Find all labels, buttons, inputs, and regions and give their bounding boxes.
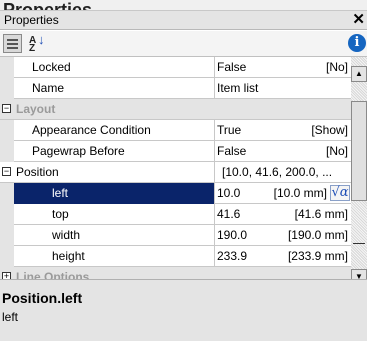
sort-alpha-bottom: Z (29, 43, 36, 54)
selection-highlight (14, 183, 214, 204)
property-value[interactable]: 233.9 (217, 249, 247, 263)
collapse-icon[interactable]: − (2, 104, 11, 113)
property-name: Position (16, 165, 59, 179)
property-name: height (52, 249, 85, 263)
description-pane: Position.left left (0, 279, 367, 341)
property-name: top (52, 207, 69, 221)
property-name: left (52, 186, 69, 200)
scroll-up-button[interactable]: ▲ (351, 66, 367, 82)
description-text: left (2, 310, 19, 324)
property-row-appearance-condition[interactable]: Appearance Condition True [Show] (0, 120, 351, 141)
sort-alphabetical-icon[interactable]: A Z ↓ (27, 32, 46, 54)
property-display: [No] (325, 60, 348, 74)
property-value[interactable]: [10.0, 41.6, 200.0, ... (222, 165, 332, 179)
info-icon[interactable]: i (348, 34, 366, 52)
property-value[interactable]: 41.6 (217, 207, 240, 221)
property-row-locked[interactable]: Locked False [No] (0, 57, 351, 78)
property-row-left[interactable]: left 10.0 [10.0 mm] √α (0, 183, 351, 204)
vertical-scrollbar[interactable]: ▲ ▼ (351, 57, 367, 287)
description-title: Position.left (2, 290, 83, 306)
property-display: [Show] (311, 123, 348, 137)
property-name: Appearance Condition (32, 123, 151, 137)
category-name: Layout (16, 102, 56, 116)
property-value[interactable]: Item list (217, 81, 258, 95)
property-name: width (52, 228, 81, 242)
property-display: [No] (325, 144, 348, 158)
property-name: Pagewrap Before (32, 144, 125, 158)
property-value[interactable]: True (217, 123, 241, 137)
property-row-width[interactable]: width 190.0 [190.0 mm] (0, 225, 351, 246)
scrollbar-thumb[interactable] (351, 101, 367, 201)
property-display: [41.6 mm] (294, 207, 348, 221)
category-row-layout[interactable]: − Layout (0, 99, 351, 120)
sort-arrow-icon: ↓ (38, 32, 45, 47)
category-row-line-options[interactable]: + Line Options (0, 267, 351, 279)
property-row-top[interactable]: top 41.6 [41.6 mm] (0, 204, 351, 225)
property-row-pagewrap-before[interactable]: Pagewrap Before False [No] (0, 141, 351, 162)
property-display: [190.0 mm] (287, 228, 348, 242)
expand-icon[interactable]: + (2, 272, 11, 279)
property-row-name[interactable]: Name Item list (0, 78, 351, 99)
properties-window: Properties Properties ✕ A Z ↓ i Locked F… (0, 0, 367, 341)
property-value[interactable]: False (217, 60, 246, 74)
properties-toolbar: A Z ↓ i (0, 31, 367, 57)
property-row-height[interactable]: height 233.9 [233.9 mm] (0, 246, 351, 267)
property-value[interactable]: False (217, 144, 246, 158)
collapse-icon[interactable]: − (2, 167, 11, 176)
formula-editor-icon[interactable]: √α (330, 185, 350, 201)
property-display: [233.9 mm] (287, 249, 348, 263)
properties-panel-header: Properties ✕ (0, 10, 367, 30)
category-name: Line Options (16, 270, 90, 279)
close-icon[interactable]: ✕ (352, 11, 365, 29)
property-name: Name (32, 81, 65, 95)
categorized-view-icon[interactable] (3, 34, 22, 53)
property-name: Locked (32, 60, 71, 74)
property-value[interactable]: 10.0 (217, 186, 240, 200)
property-row-position[interactable]: − Position [10.0, 41.6, 200.0, ... (0, 162, 351, 183)
property-value[interactable]: 190.0 (217, 228, 247, 242)
panel-title: Properties (4, 13, 59, 27)
scrollbar-marker (353, 243, 365, 244)
property-grid: Locked False [No] Name Item list − Layou… (0, 57, 351, 279)
property-display: [10.0 mm] (273, 186, 327, 200)
